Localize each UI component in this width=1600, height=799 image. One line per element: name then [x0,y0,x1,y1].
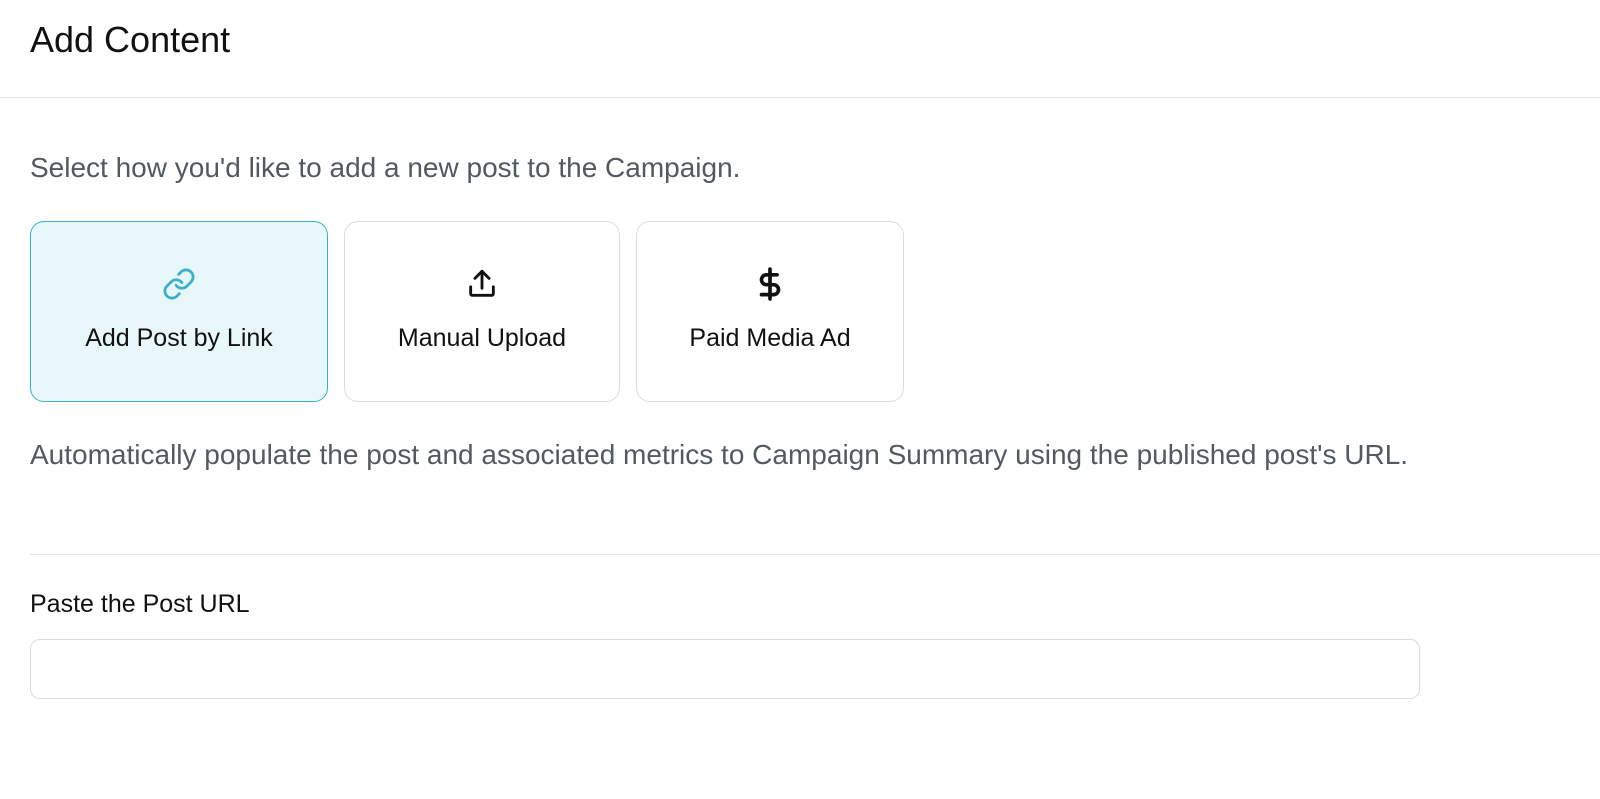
page-title: Add Content [30,19,231,60]
post-url-input[interactable] [30,639,1420,699]
option-description: Automatically populate the post and asso… [30,439,1409,470]
dollar-icon [637,266,903,302]
section-divider [30,554,1600,555]
post-url-label: Paste the Post URL [30,590,250,618]
add-post-by-link-option[interactable]: Add Post by Link [30,221,328,402]
manual-upload-option[interactable]: Manual Upload [344,221,620,402]
intro-text: Select how you'd like to add a new post … [30,152,741,183]
manual-upload-label: Manual Upload [397,324,567,352]
add-post-by-link-label: Add Post by Link [85,324,273,352]
paid-media-ad-option[interactable]: Paid Media Ad [636,221,904,402]
upload-icon [345,266,619,302]
paid-media-ad-label: Paid Media Ad [689,324,851,352]
link-icon [31,266,327,302]
page-header: Add Content [0,0,1600,98]
